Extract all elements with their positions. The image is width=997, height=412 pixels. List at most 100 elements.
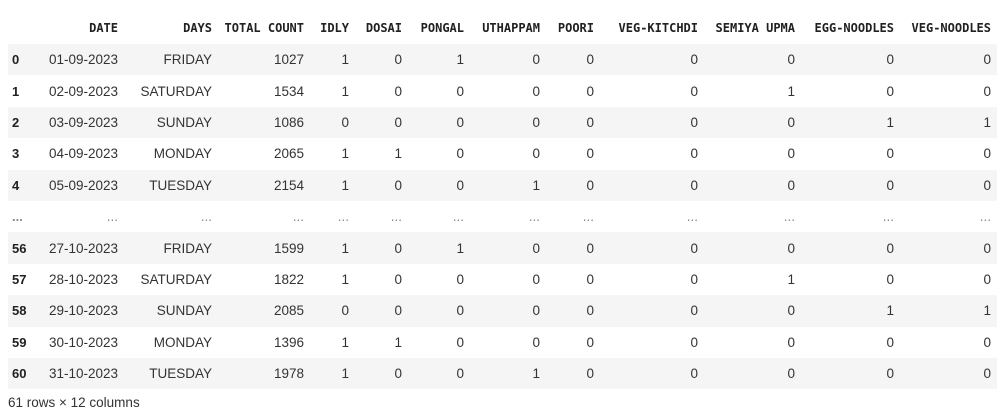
table-cell: 0 (787, 177, 795, 193)
table-cell: 0 (690, 303, 698, 319)
table-cell: SUNDAY (156, 303, 212, 319)
table-cell: 1 (341, 83, 349, 99)
table-cell: 0 (690, 177, 698, 193)
row-index: 56 (12, 240, 27, 256)
table-row: 0 01-09-2023 FRIDAY 1027 1 0 1 0 0 0 0 0 0 (8, 44, 997, 76)
table-cell: MONDAY (153, 146, 212, 162)
table-cell: 29-10-2023 (48, 303, 118, 319)
table-cell: 1 (787, 83, 795, 99)
dataframe-output: DATE DAYS TOTAL COUNT IDLY DOSAI PONGAL UTHAPP… (8, 12, 997, 390)
table-cell: 0 (341, 114, 349, 130)
table-cell: 1 (532, 177, 540, 193)
table-cell: 1 (886, 303, 894, 319)
table-cell: 0 (394, 366, 402, 382)
table-cell: 0 (394, 271, 402, 287)
table-cell: 0 (787, 52, 795, 68)
row-index: 4 (12, 177, 20, 193)
table-cell: 0 (886, 146, 894, 162)
column-header: EGG-NOODLES (814, 21, 894, 35)
table-cell: ... (390, 209, 402, 225)
table-cell: 0 (586, 177, 594, 193)
table-cell: 0 (886, 271, 894, 287)
table-cell: 0 (787, 366, 795, 382)
table-cell: 1027 (273, 52, 304, 68)
table-row: 58 29-10-2023 SUNDAY 2085 0 0 0 0 0 0 0 1 1 (8, 295, 997, 327)
table-cell: 1 (983, 303, 991, 319)
table-cell: 0 (456, 271, 464, 287)
table-cell: 0 (690, 83, 698, 99)
table-cell: 0 (787, 240, 795, 256)
table-cell: 0 (690, 366, 698, 382)
table-cell: 0 (532, 303, 540, 319)
table-cell: 1 (341, 177, 349, 193)
index-header (8, 12, 38, 44)
table-cell: 0 (690, 114, 698, 130)
table-cell: 0 (532, 52, 540, 68)
table-cell: 27-10-2023 (48, 240, 118, 256)
table-row: 1 02-09-2023 SATURDAY 1534 1 0 0 0 0 0 1 0 0 (8, 75, 997, 106)
table-cell: 01-09-2023 (48, 52, 118, 68)
column-header: DATE (89, 21, 118, 35)
table-cell: 2154 (273, 177, 304, 193)
table-row: 60 31-10-2023 TUESDAY 1978 1 0 0 1 0 0 0 0 0 (8, 357, 997, 390)
table-cell: 0 (787, 334, 795, 350)
table-cell: ... (979, 209, 991, 225)
table-cell: ... (582, 209, 594, 225)
table-cell: ... (452, 209, 464, 225)
table-cell: 0 (532, 114, 540, 130)
table-cell: 1 (394, 146, 402, 162)
table-row: 56 27-10-2023 FRIDAY 1599 1 0 1 0 0 0 0 0 0 (8, 232, 997, 264)
header-row: DATE DAYS TOTAL COUNT IDLY DOSAI PONGAL UTHAPP… (8, 12, 997, 44)
column-header: POORI (557, 21, 594, 35)
column-header: VEG-NOODLES (911, 21, 991, 35)
row-index: 57 (12, 271, 27, 287)
table-cell: 1 (456, 52, 464, 68)
table-cell: 0 (341, 303, 349, 319)
row-index: 60 (12, 366, 27, 382)
table-cell: 0 (532, 240, 540, 256)
table-row: 2 03-09-2023 SUNDAY 1086 0 0 0 0 0 0 0 1 1 (8, 106, 997, 139)
table-cell: 0 (787, 146, 795, 162)
table-cell: 1 (456, 240, 464, 256)
table-cell: 1396 (273, 334, 304, 350)
table-cell: 0 (456, 146, 464, 162)
table-cell: 1978 (273, 366, 304, 382)
table-cell: 03-09-2023 (48, 114, 118, 130)
table-cell: TUESDAY (149, 366, 212, 382)
table-cell: 0 (983, 177, 991, 193)
table-cell: 0 (983, 83, 991, 99)
table-cell: ... (528, 209, 540, 225)
table-cell: 0 (456, 177, 464, 193)
table-cell: 05-09-2023 (48, 177, 118, 193)
table-row: 57 28-10-2023 SATURDAY 1822 1 0 0 0 0 0 1 0 0 (8, 264, 997, 295)
table-cell: ... (882, 209, 894, 225)
row-index: 58 (12, 303, 27, 319)
table-cell: 0 (456, 114, 464, 130)
table-cell: SATURDAY (140, 83, 212, 99)
table-cell: 0 (586, 303, 594, 319)
table-row: 3 04-09-2023 MONDAY 2065 1 1 0 0 0 0 0 0 0 (8, 138, 997, 169)
table-cell: 0 (886, 52, 894, 68)
row-index: ... (12, 209, 23, 225)
column-header: TOTAL COUNT (224, 21, 304, 35)
column-header: VEG-KITCHDI (618, 21, 698, 35)
table-cell: 1599 (273, 240, 304, 256)
table-cell: 0 (690, 146, 698, 162)
row-index: 1 (12, 83, 20, 99)
column-header: SEMIYA UPMA (715, 21, 795, 35)
table-cell: ... (337, 209, 349, 225)
column-header: DAYS (183, 21, 212, 35)
table-cell: ... (200, 209, 212, 225)
table-cell: 0 (532, 83, 540, 99)
table-cell: SUNDAY (156, 114, 212, 130)
table-cell: 0 (586, 83, 594, 99)
table-cell: 0 (586, 271, 594, 287)
table-cell: 0 (983, 366, 991, 382)
dataframe-table: DATE DAYS TOTAL COUNT IDLY DOSAI PONGAL UTHAPP… (8, 12, 997, 390)
table-cell: 0 (532, 334, 540, 350)
table-cell: TUESDAY (149, 177, 212, 193)
table-cell: FRIDAY (163, 52, 212, 68)
table-cell: 1 (341, 240, 349, 256)
row-index: 3 (12, 146, 20, 162)
table-cell: 0 (886, 83, 894, 99)
